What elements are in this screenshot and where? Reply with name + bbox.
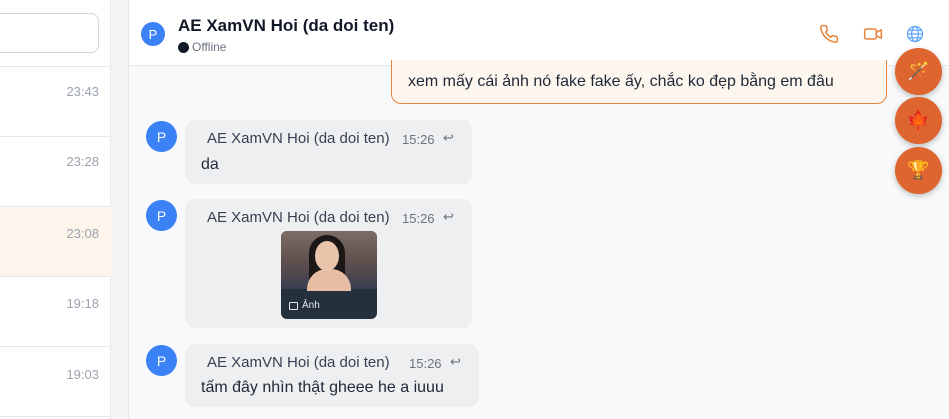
attachment-photo (281, 231, 377, 291)
phone-icon[interactable] (819, 24, 839, 44)
attachment-label: Ảnh (289, 300, 320, 311)
chat-panel: P AE XamVN Hoi (da doi ten) Offline xem … (128, 0, 949, 419)
message-time: 15:26 (402, 211, 435, 226)
conversation-time: 19:18 (66, 296, 99, 311)
conversation-time: 23:28 (66, 154, 99, 169)
conversation-time: 23:08 (66, 226, 99, 241)
message-text: tấm đây nhìn thật gheee he a iuuu (201, 379, 444, 396)
avatar[interactable]: P (146, 345, 177, 376)
trophy-icon[interactable]: 🏆 (895, 147, 942, 194)
conversation-item[interactable]: 23:43 (0, 67, 111, 137)
image-attachment[interactable]: Ảnh (281, 231, 377, 319)
sender-name: AE XamVN Hoi (da doi ten) (207, 354, 390, 371)
conversation-time: 23:43 (66, 84, 99, 99)
globe-icon[interactable] (905, 24, 925, 44)
panel-gap (111, 0, 128, 419)
sender-name: AE XamVN Hoi (da doi ten) (207, 209, 390, 226)
attachment-label-text: Ảnh (302, 300, 320, 311)
reply-icon[interactable]: ↩ (450, 354, 461, 370)
conversation-item[interactable]: 19:03 (0, 347, 111, 417)
status-indicator: Offline (178, 40, 226, 54)
conversation-time: 19:03 (66, 367, 99, 382)
message-time: 15:26 (409, 356, 442, 371)
video-icon[interactable] (863, 24, 883, 44)
status-text: Offline (192, 40, 227, 54)
chat-header: P AE XamVN Hoi (da doi ten) Offline (129, 0, 949, 66)
message-text: da (201, 156, 219, 173)
conversation-item[interactable]: 23:28 (0, 137, 111, 207)
conversation-list: 23:43 23:28 23:08 19:18 19:03 (0, 0, 111, 419)
magic-wand-icon[interactable]: 🪄 (895, 48, 942, 95)
avatar[interactable]: P (146, 121, 177, 152)
incoming-message[interactable]: AE XamVN Hoi (da doi ten) 15:26 ↩ da (185, 120, 472, 184)
avatar[interactable]: P (146, 200, 177, 231)
search-input[interactable] (0, 13, 99, 53)
conversation-item[interactable]: 19:18 (0, 277, 111, 347)
photo-detail (315, 241, 339, 271)
outgoing-message[interactable]: xem mấy cái ảnh nó fake fake ấy, chắc ko… (391, 60, 887, 104)
incoming-message[interactable]: AE XamVN Hoi (da doi ten) 15:26 ↩ Ảnh (185, 199, 472, 328)
chat-title: AE XamVN Hoi (da doi ten) (178, 16, 395, 35)
reply-icon[interactable]: ↩ (443, 209, 454, 225)
conversation-item-active[interactable]: 23:08 (0, 207, 111, 277)
sender-name: AE XamVN Hoi (da doi ten) (207, 130, 390, 147)
incoming-message[interactable]: AE XamVN Hoi (da doi ten) 15:26 ↩ tấm đâ… (185, 344, 479, 407)
image-icon (289, 301, 298, 310)
message-text: xem mấy cái ảnh nó fake fake ấy, chắc ko… (408, 72, 834, 90)
reply-icon[interactable]: ↩ (443, 130, 454, 146)
status-dot-icon (178, 41, 189, 53)
message-time: 15:26 (402, 132, 435, 147)
maple-leaf-icon[interactable]: 🍁 (895, 97, 942, 144)
avatar[interactable]: P (141, 22, 165, 46)
